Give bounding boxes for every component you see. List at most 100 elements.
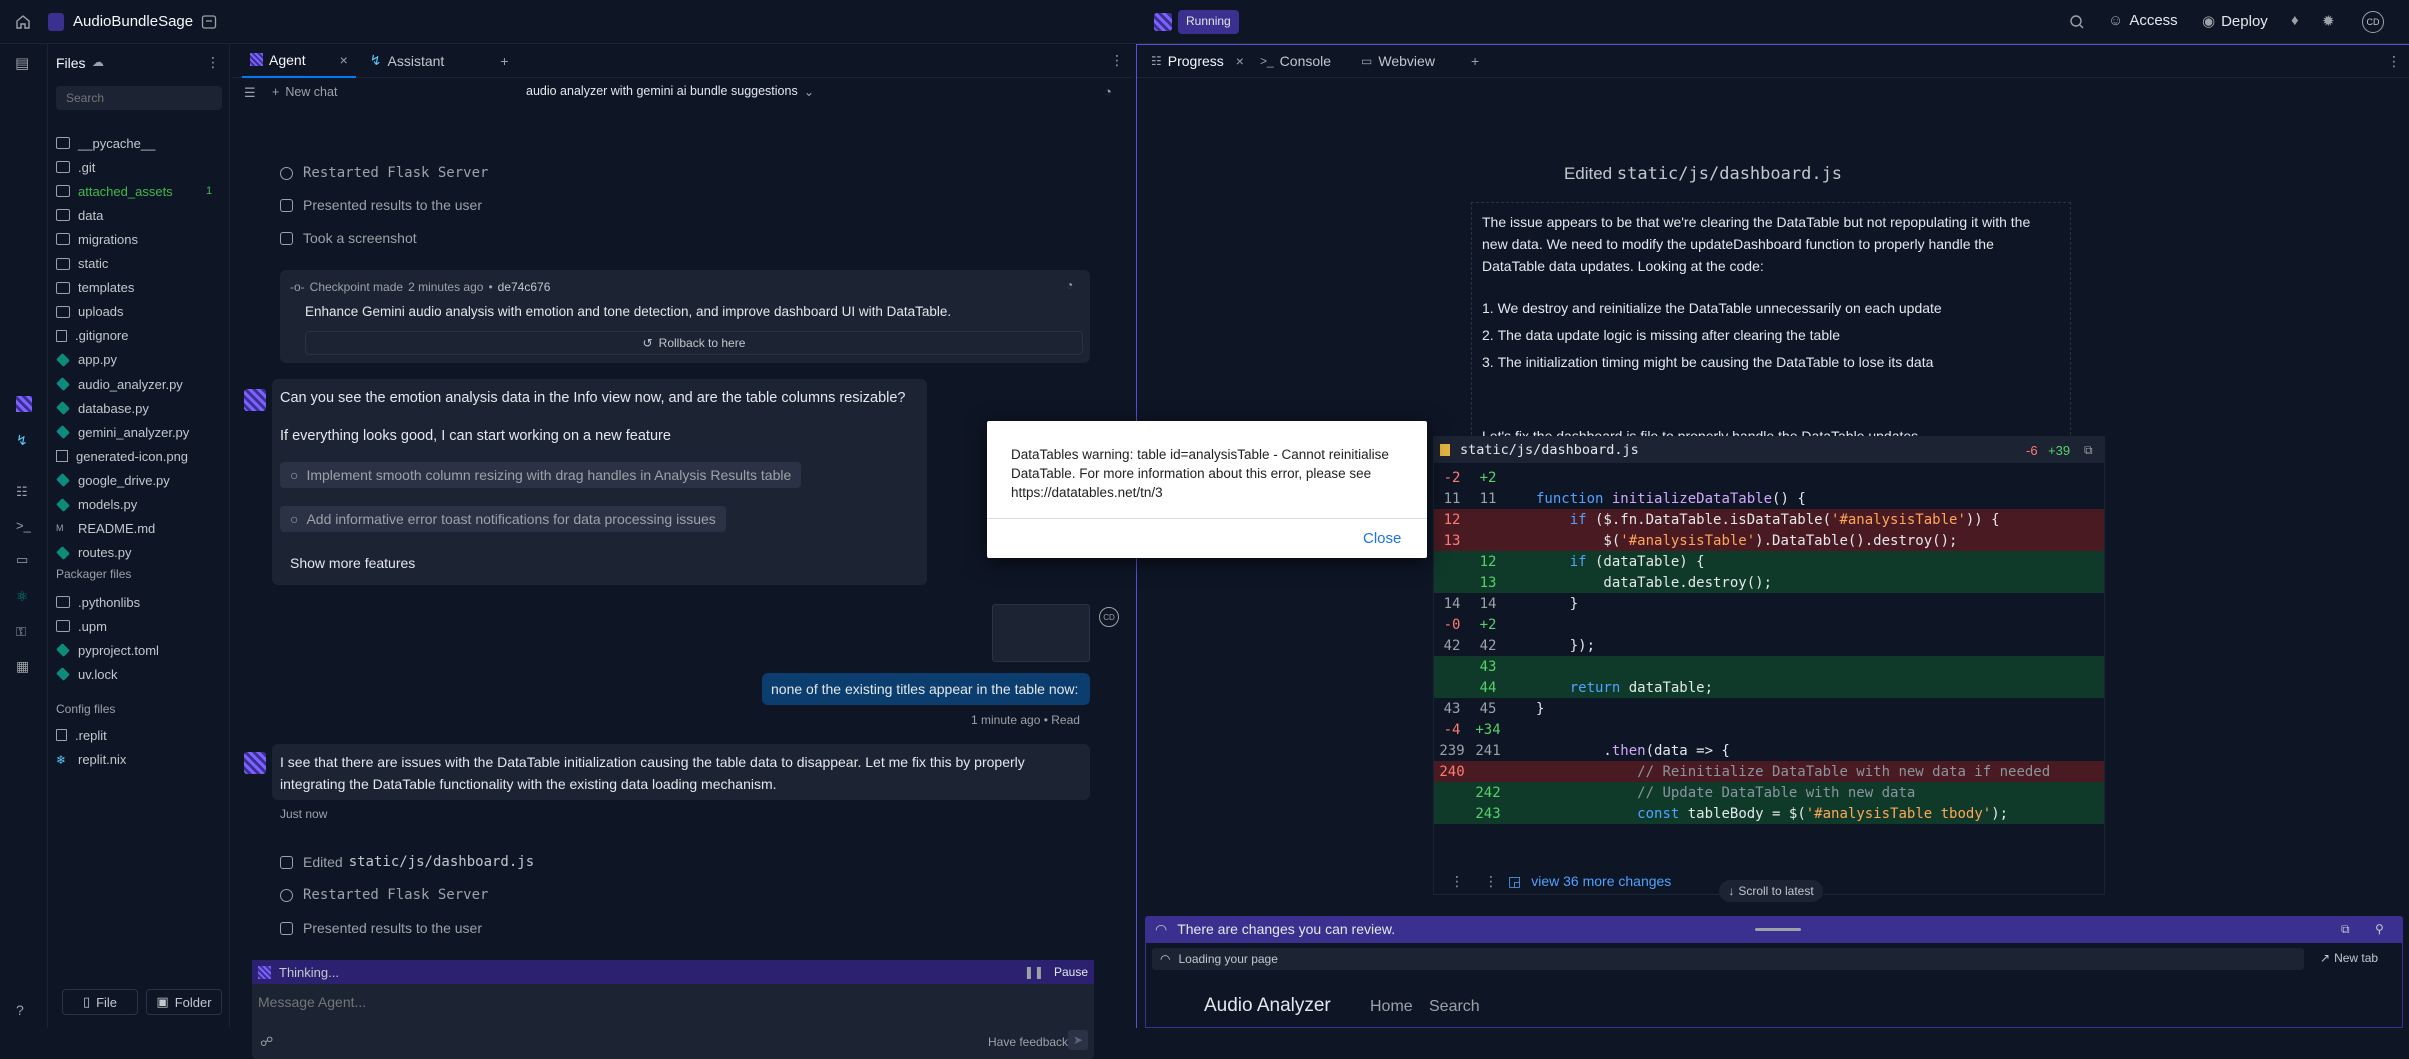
lightbulb-icon: ○: [290, 467, 299, 483]
add-tab-icon[interactable]: +: [500, 53, 508, 69]
web-nav-search[interactable]: Search: [1429, 998, 1480, 1016]
more-icon[interactable]: ⋮: [1450, 873, 1464, 890]
apps-grid-icon[interactable]: ▦: [16, 658, 29, 675]
project-title[interactable]: AudioBundleSage: [73, 13, 193, 30]
diff-file-name[interactable]: static/js/dashboard.js: [1460, 442, 1639, 458]
file-tree-item[interactable]: uv.lock: [56, 662, 118, 686]
new-chat-button[interactable]: + New chat: [272, 85, 337, 99]
gauge-icon[interactable]: ◔: [1066, 278, 1073, 292]
file-tree-item[interactable]: ❄ replit.nix: [56, 747, 126, 771]
web-nav-home[interactable]: Home: [1370, 998, 1413, 1016]
file-tree-item[interactable]: models.py: [56, 493, 137, 517]
files-header: Files: [56, 55, 86, 71]
drag-handle[interactable]: [1755, 928, 1801, 931]
close-icon[interactable]: ×: [1236, 53, 1244, 69]
assistant-tab-icon: ↯: [369, 52, 382, 68]
explanation-paragraph-1: The issue appears to be that we're clear…: [1482, 214, 2031, 274]
suggestion-chip-1[interactable]: ○ Implement smooth column resizing with d…: [280, 462, 802, 488]
user-avatar[interactable]: CD: [2362, 11, 2384, 33]
file-tree-item[interactable]: routes.py: [56, 541, 131, 565]
message-agent-input[interactable]: [258, 990, 1058, 1014]
view-more-changes-link[interactable]: view 36 more changes: [1531, 873, 1671, 889]
file-tree-item[interactable]: .git: [56, 155, 95, 179]
screenshot-thumbnail[interactable]: [992, 604, 1090, 662]
reply-time: Just now: [280, 807, 328, 821]
add-tab-icon[interactable]: +: [1471, 53, 1479, 69]
feedback-link[interactable]: Have feedback?: [988, 1035, 1075, 1049]
file-tree-item[interactable]: static: [56, 252, 108, 276]
pause-button[interactable]: ❚❚ Pause: [1024, 965, 1088, 979]
new-folder-button[interactable]: ▣ Folder: [146, 989, 222, 1015]
file-tree-item[interactable]: uploads: [56, 300, 124, 324]
file-tree-item[interactable]: google_drive.py: [56, 468, 170, 492]
file-tree-item[interactable]: .gitignore: [56, 324, 128, 348]
file-tree-item[interactable]: database.py: [56, 396, 149, 420]
file-tree-item[interactable]: .replit: [56, 723, 107, 747]
close-icon[interactable]: ×: [340, 52, 348, 68]
access-button[interactable]: ☺ Access: [2108, 12, 2178, 29]
file-tree-item[interactable]: gemini_analyzer.py: [56, 420, 189, 444]
chat-history-icon[interactable]: ☰: [244, 85, 256, 101]
code-text: if (dataTable) {: [1569, 553, 1705, 570]
secrets-rail-icon[interactable]: ⚿: [16, 624, 26, 640]
bell-icon[interactable]: ♦: [2291, 12, 2299, 29]
agent-rail-icon[interactable]: [16, 396, 32, 412]
user-message-text: none of the existing titles appear in th…: [771, 681, 1079, 697]
file-tree-item[interactable]: .upm: [56, 614, 107, 638]
file-tree-item[interactable]: attached_assets 1: [56, 179, 212, 203]
file-tree-item[interactable]: M README.md: [56, 517, 155, 541]
checkpoint-hash[interactable]: de74c676: [498, 280, 551, 294]
run-status-button[interactable]: Running: [1178, 10, 1239, 34]
popout-icon[interactable]: ⧉: [2341, 922, 2350, 937]
rollback-button[interactable]: ↺ Rollback to here: [305, 331, 1083, 355]
file-tree-item[interactable]: pyproject.toml: [56, 638, 159, 662]
pin-icon[interactable]: ⚲: [2375, 922, 2384, 936]
file-tree-item[interactable]: __pycache__: [56, 131, 155, 155]
file-tree-item[interactable]: app.py: [56, 348, 117, 372]
files-icon[interactable]: ▤: [15, 54, 29, 72]
send-button[interactable]: ➤: [1068, 1030, 1088, 1050]
file-tree-item[interactable]: generated-icon.png: [56, 444, 188, 468]
files-search-input[interactable]: [56, 86, 222, 110]
tab-agent[interactable]: Agent ×: [242, 44, 356, 78]
scroll-to-latest-button[interactable]: ↓ Scroll to latest: [1719, 880, 1823, 902]
tab-webview[interactable]: ▭ Webview: [1353, 44, 1443, 78]
show-more-features-link[interactable]: Show more features: [290, 555, 415, 571]
dialog-close-button[interactable]: Close: [1363, 530, 1401, 547]
copy-icon[interactable]: ⧉: [2084, 443, 2093, 458]
pane-menu-icon[interactable]: ⋮: [2387, 53, 2401, 70]
deploy-button[interactable]: ◉ Deploy: [2202, 12, 2268, 31]
file-tree-item[interactable]: data: [56, 203, 103, 227]
webview-rail-icon[interactable]: ▭: [16, 552, 28, 568]
search-icon[interactable]: [2068, 13, 2086, 31]
packager-rail-icon[interactable]: ⚛: [16, 588, 29, 605]
progress-rail-icon[interactable]: ☷: [16, 484, 28, 500]
chat-title-dropdown[interactable]: audio analyzer with gemini ai bundle sug…: [526, 84, 814, 99]
diff-line: 239 241 .then(data => {: [1434, 740, 2104, 761]
pane-menu-icon[interactable]: ⋮: [1110, 52, 1124, 69]
tab-console[interactable]: >_ Console: [1252, 44, 1339, 78]
files-menu-icon[interactable]: ⋮: [206, 54, 220, 71]
speed-icon[interactable]: ◔: [1104, 84, 1112, 99]
theme-icon[interactable]: ✹: [2322, 12, 2335, 30]
file-icon: [56, 497, 70, 512]
home-icon[interactable]: [14, 13, 32, 31]
expand-icon[interactable]: ⋮: [1484, 873, 1498, 890]
file-tree-item[interactable]: audio_analyzer.py: [56, 372, 183, 396]
attach-icon[interactable]: ☍: [260, 1034, 273, 1050]
help-icon[interactable]: ?: [16, 1002, 24, 1018]
tab-progress[interactable]: ☷ Progress ×: [1143, 44, 1252, 78]
new-file-button[interactable]: ▯ File: [62, 989, 138, 1015]
assistant-rail-icon[interactable]: ↯: [16, 432, 28, 449]
new-tab-button[interactable]: ↗ New tab: [2320, 951, 2378, 965]
step-edited-file[interactable]: Edited static/js/dashboard.js: [280, 854, 534, 870]
tab-assistant[interactable]: ↯ Assistant: [362, 44, 453, 78]
webview-url-bar[interactable]: ◠ Loading your page: [1152, 948, 2304, 970]
suggestion-chip-2[interactable]: ○ Add informative error toast notificatio…: [280, 506, 726, 532]
file-tree-item[interactable]: templates: [56, 276, 134, 300]
file-tree-item[interactable]: .pythonlibs: [56, 590, 140, 614]
changes-banner[interactable]: ◠ There are changes you can review. ⧉ ⚲: [1145, 916, 2403, 942]
layout-icon[interactable]: [200, 13, 218, 31]
file-tree-item[interactable]: migrations: [56, 227, 138, 251]
console-rail-icon[interactable]: >_: [16, 518, 31, 533]
